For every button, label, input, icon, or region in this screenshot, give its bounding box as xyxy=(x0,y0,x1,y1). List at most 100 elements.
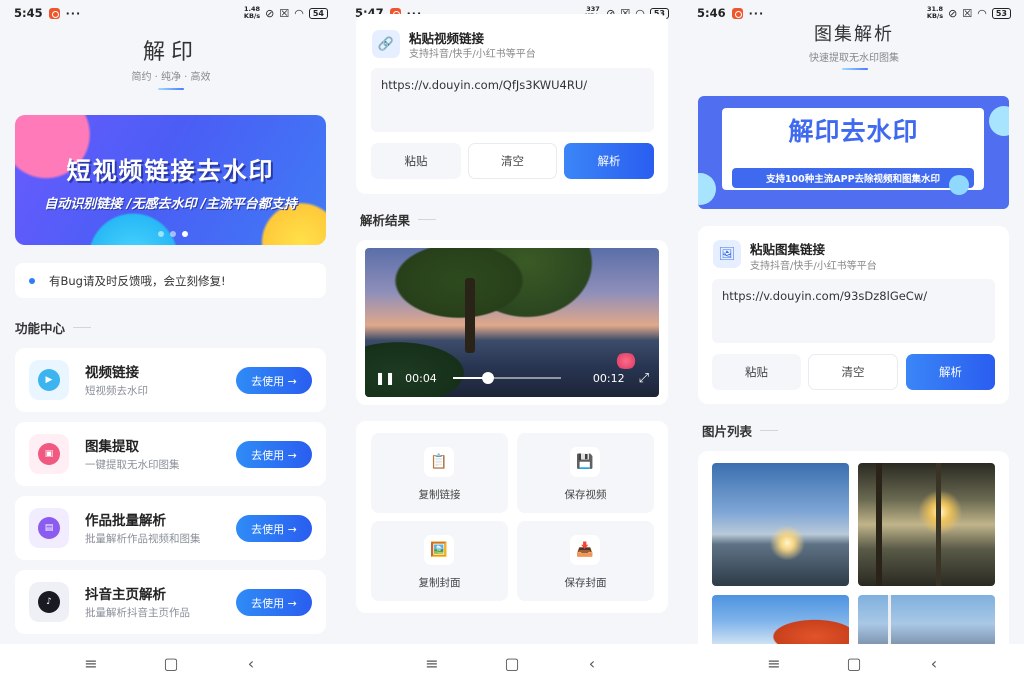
list-title: 图片列表 xyxy=(702,424,753,439)
feature-card-douyin-profile[interactable]: ♪ 抖音主页解析 批量解析抖音主页作品 去使用 → xyxy=(15,570,326,634)
back-icon[interactable]: ‹ xyxy=(582,654,602,673)
card-subtitle: 支持抖音/快手/小红书等平台 xyxy=(409,49,536,60)
gallery-image-sunset-birds[interactable] xyxy=(712,463,849,586)
picture-link-icon: 🖼 xyxy=(713,240,741,268)
use-button[interactable]: 去使用 → xyxy=(236,589,312,616)
feature-card-gallery[interactable]: ▣ 图集提取 一键提取无水印图集 去使用 → xyxy=(15,422,326,486)
feature-icon-bg: ▶ xyxy=(29,360,69,400)
copy-link-action[interactable]: 📋 复制链接 xyxy=(371,433,508,513)
save-cover-action[interactable]: 📥 保存封面 xyxy=(517,521,654,601)
feature-desc: 一键提取无水印图集 xyxy=(85,459,180,471)
paste-button[interactable]: 粘贴 xyxy=(712,354,801,390)
wifi-icon: ◠ xyxy=(977,6,987,20)
section-header: 图片列表 xyxy=(702,421,779,440)
banner-pagination xyxy=(158,231,188,237)
section-divider xyxy=(418,219,437,220)
gallery-image-sailboat[interactable] xyxy=(858,595,995,647)
feature-icon-bg: ▣ xyxy=(29,434,69,474)
progress-bar[interactable] xyxy=(452,372,561,384)
duration: 00:12 xyxy=(592,371,625,385)
video-play-icon: ▶ xyxy=(38,369,60,391)
title-underline xyxy=(158,88,184,90)
use-button[interactable]: 去使用 → xyxy=(236,441,312,468)
copy-cover-action[interactable]: 🖼️ 复制封面 xyxy=(371,521,508,601)
decor-circle xyxy=(949,175,969,195)
progress-knob[interactable] xyxy=(482,372,495,384)
actions-card: 📋 复制链接 💾 保存视频 🖼️ 复制封面 📥 保存封面 xyxy=(356,421,668,613)
video-player[interactable]: ❚❚ 00:04 00:12 ⤢ xyxy=(365,248,659,397)
page-dot[interactable] xyxy=(158,231,164,237)
section-header: 功能中心 xyxy=(15,318,92,337)
link-icon: 🔗 xyxy=(372,30,400,58)
app-subtitle: 简约 · 纯净 · 高效 xyxy=(131,72,211,83)
screenshot-stage: 5:45 ··· 1.48 KB/s ⊘ ☒ ◠ 54 解印 简约 · 纯净 ·… xyxy=(0,0,1024,682)
feature-card-batch[interactable]: ▤ 作品批量解析 批量解析作品视频和图集 去使用 → xyxy=(15,496,326,560)
url-input[interactable]: https://v.douyin.com/QfJs3KWU4RU/ xyxy=(371,68,654,132)
title-underline xyxy=(842,68,868,70)
home-icon[interactable]: ▢ xyxy=(161,654,181,673)
image-detail xyxy=(888,595,891,647)
menu-icon[interactable]: ≡ xyxy=(81,654,101,673)
action-label: 保存视频 xyxy=(564,489,607,501)
status-time: 5:46 xyxy=(697,6,726,20)
feature-desc: 批量解析抖音主页作品 xyxy=(85,607,190,619)
banner-headline: 短视频链接去水印 xyxy=(66,157,275,185)
back-icon[interactable]: ‹ xyxy=(241,654,261,673)
home-icon[interactable]: ▢ xyxy=(844,654,864,673)
clear-button[interactable]: 清空 xyxy=(808,354,898,390)
decor-circle xyxy=(698,173,716,205)
wifi-icon: ◠ xyxy=(294,6,304,20)
notice-text: 有Bug请及时反馈哦，会立刻修复! xyxy=(49,273,226,288)
fullscreen-icon[interactable]: ⤢ xyxy=(639,371,649,386)
battery-icon: 54 xyxy=(308,7,328,19)
home-icon[interactable]: ▢ xyxy=(502,654,522,673)
banner-headline: 解印去水印 xyxy=(788,117,919,146)
status-time: 5:45 xyxy=(14,6,43,20)
mute-icon: ⊘ xyxy=(265,6,275,20)
gallery-image-palm-sunset[interactable] xyxy=(858,463,995,586)
system-nav-bar-overlay: ≡ ▢ ‹ xyxy=(683,644,1024,682)
picture-icon: 🖼️ xyxy=(424,535,454,565)
back-icon[interactable]: ‹ xyxy=(924,654,944,673)
use-button[interactable]: 去使用 → xyxy=(236,515,312,542)
feature-card-video-link[interactable]: ▶ 视频链接 短视频去水印 去使用 → xyxy=(15,348,326,412)
page-subtitle: 快速提取无水印图集 xyxy=(809,53,899,64)
system-nav-bar: ≡ ▢ ‹ xyxy=(0,644,342,682)
pause-icon[interactable]: ❚❚ xyxy=(375,371,395,385)
save-video-action[interactable]: 💾 保存视频 xyxy=(517,433,654,513)
clear-button[interactable]: 清空 xyxy=(468,143,557,179)
parse-button[interactable]: 解析 xyxy=(906,354,995,390)
more-notifications-icon: ··· xyxy=(65,6,82,20)
section-title: 功能中心 xyxy=(15,321,66,336)
feature-icon-bg: ▤ xyxy=(29,508,69,548)
gallery-banner[interactable]: 解印去水印 支持100种主流APP去除视频和图集水印 xyxy=(698,96,1009,209)
page-dot[interactable] xyxy=(170,231,176,237)
sim-icon: ☒ xyxy=(279,6,290,20)
menu-icon[interactable]: ≡ xyxy=(764,654,784,673)
current-time: 00:04 xyxy=(405,371,437,385)
banner-tagline: 支持100种主流APP去除视频和图集水印 xyxy=(732,168,974,188)
banner-tagline: 自动识别链接 /无感去水印 /主流平台都支持 xyxy=(44,197,297,212)
clipboard-icon: 📋 xyxy=(424,447,454,477)
result-title: 解析结果 xyxy=(360,213,411,228)
app-notification-icon xyxy=(731,7,743,19)
app-title: 解印 xyxy=(142,40,199,65)
use-button[interactable]: 去使用 → xyxy=(236,367,312,394)
menu-icon[interactable]: ≡ xyxy=(422,654,442,673)
notice-dot-icon xyxy=(29,277,35,284)
parse-button[interactable]: 解析 xyxy=(564,143,654,179)
image-detail xyxy=(876,463,882,586)
promo-banner[interactable]: 短视频链接去水印 自动识别链接 /无感去水印 /主流平台都支持 xyxy=(15,115,326,245)
sim-icon: ☒ xyxy=(962,6,973,20)
more-notifications-icon: ··· xyxy=(748,6,765,20)
url-input[interactable]: https://v.douyin.com/93sDz8lGeCw/ xyxy=(712,279,995,343)
home-screen: 5:45 ··· 1.48 KB/s ⊘ ☒ ◠ 54 解印 简约 · 纯净 ·… xyxy=(0,0,342,682)
paste-button[interactable]: 粘贴 xyxy=(371,143,461,179)
page-dot-active[interactable] xyxy=(182,231,188,237)
battery-icon: 53 xyxy=(991,7,1011,19)
card-subtitle: 支持抖音/快手/小红书等平台 xyxy=(750,261,877,272)
gallery-image-red-trees[interactable] xyxy=(712,595,849,647)
tiktok-icon: ♪ xyxy=(38,591,60,613)
feature-desc: 短视频去水印 xyxy=(85,385,148,397)
feature-title: 图集提取 xyxy=(85,439,139,455)
